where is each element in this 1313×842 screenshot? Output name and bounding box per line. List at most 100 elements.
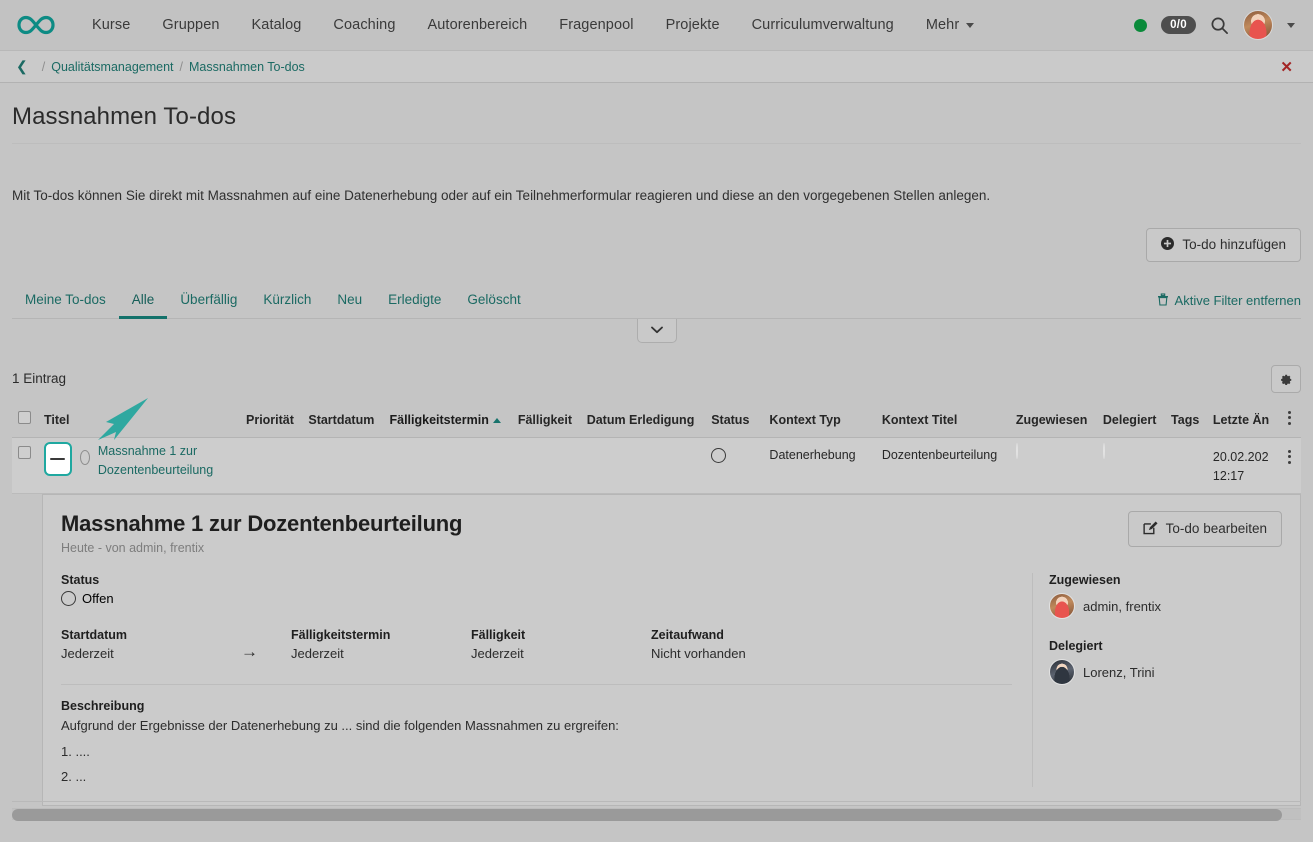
table-meta: 1 Eintrag (12, 343, 1301, 403)
detail-header-text: Massnahme 1 zur Dozentenbeurteilung Heut… (61, 511, 462, 555)
table-row[interactable]: Massnahme 1 zur Dozentenbeurteilung Date… (12, 437, 1301, 494)
breadcrumb-item-massnahmen-todos[interactable]: Massnahmen To-dos (189, 60, 305, 74)
nav-link-autorenbereich[interactable]: Autorenbereich (412, 9, 544, 41)
detail-side-column: Zugewiesen admin, frentix Delegiert Lore… (1032, 573, 1282, 786)
nav-link-coaching[interactable]: Coaching (317, 9, 411, 41)
nav-link-curriculumverwaltung[interactable]: Curriculumverwaltung (736, 9, 910, 41)
detail-subtitle: Heute - von admin, frentix (61, 541, 462, 555)
nav-link-gruppen[interactable]: Gruppen (146, 9, 235, 41)
nav-link-projekte[interactable]: Projekte (650, 9, 736, 41)
bottom-scroll-area (0, 800, 1313, 842)
detail-assigned-person: admin, frentix (1049, 593, 1282, 619)
edit-todo-button[interactable]: To-do bearbeiten (1128, 511, 1282, 547)
tab-alle[interactable]: Alle (119, 284, 168, 319)
row-actions-cell (1278, 437, 1301, 494)
detail-faelligkeit-value: Jederzeit (471, 646, 651, 661)
horizontal-scrollbar-thumb[interactable] (12, 809, 1282, 821)
row-datum-erledigung (581, 437, 706, 494)
row-status-circle-icon (80, 450, 90, 465)
close-icon[interactable]: ✕ (1270, 56, 1303, 78)
header-startdatum[interactable]: Startdatum (302, 403, 383, 438)
detail-edit-wrap: To-do bearbeiten (1128, 511, 1282, 547)
header-delegiert[interactable]: Delegiert (1097, 403, 1165, 438)
add-todo-button-label: To-do hinzufügen (1182, 238, 1286, 252)
online-status-dot (1134, 19, 1147, 32)
arrow-right-icon: → (241, 642, 258, 662)
detail-startdatum-label: Startdatum (61, 628, 241, 642)
header-faelligkeitstermin[interactable]: Fälligkeitstermin (384, 403, 512, 438)
chevron-down-icon[interactable] (637, 319, 677, 343)
horizontal-scrollbar[interactable] (12, 808, 1301, 820)
row-menu-icon[interactable] (1284, 448, 1295, 466)
assigned-avatar (1049, 593, 1075, 619)
header-prioritaet[interactable]: Priorität (240, 403, 302, 438)
delegated-avatar (1049, 659, 1075, 685)
detail-faelligkeit-label: Fälligkeit (471, 628, 651, 642)
row-checkbox[interactable] (18, 446, 31, 459)
detail-startdatum-value: Jederzeit (61, 646, 241, 661)
select-all-checkbox[interactable] (18, 411, 31, 424)
header-faelligkeit[interactable]: Fälligkeit (512, 403, 581, 438)
header-kontext-titel[interactable]: Kontext Titel (866, 403, 1006, 438)
breadcrumb-back-icon[interactable]: ❮ (10, 58, 36, 75)
add-todo-row: To-do hinzufügen (12, 206, 1301, 262)
content-bottom-border (12, 801, 1301, 802)
nav-link-kurse[interactable]: Kurse (76, 9, 146, 41)
search-icon[interactable] (1210, 16, 1229, 35)
header-titel[interactable]: Titel (38, 403, 240, 438)
tab-kuerzlich[interactable]: Kürzlich (250, 284, 324, 319)
nav-link-mehr[interactable]: Mehr (910, 9, 990, 41)
row-letzte-aenderung-date: 20.02.202 (1213, 448, 1272, 467)
clear-filters-label: Aktive Filter entfernen (1175, 293, 1301, 308)
detail-delegated-label: Delegiert (1049, 639, 1282, 653)
header-status[interactable]: Status (705, 403, 757, 438)
entry-count: 1 Eintrag (12, 371, 66, 386)
header-kontext-typ[interactable]: Kontext Typ (757, 403, 865, 438)
header-zugewiesen[interactable]: Zugewiesen (1006, 403, 1097, 438)
header-datum-erledigung[interactable]: Datum Erledigung (581, 403, 706, 438)
header-faelligkeitstermin-label: Fälligkeitstermin (390, 413, 489, 427)
row-letzte-aenderung-time: 12:17 (1213, 467, 1272, 486)
delegated-avatar[interactable] (1103, 443, 1105, 459)
detail-description-block: Beschreibung Aufgrund der Ergebnisse der… (61, 699, 1012, 786)
nav-link-katalog[interactable]: Katalog (236, 9, 318, 41)
breadcrumb: ❮ / Qualitätsmanagement / Massnahmen To-… (0, 50, 1313, 83)
header-row-actions (1278, 403, 1301, 438)
header-tags[interactable]: Tags (1165, 403, 1207, 438)
detail-assigned-label: Zugewiesen (1049, 573, 1282, 587)
row-startdatum (302, 437, 383, 494)
collapse-row-button[interactable] (44, 442, 72, 476)
breadcrumb-item-qualitaetsmanagement[interactable]: Qualitätsmanagement (51, 60, 173, 74)
page-intro-text: Mit To-dos können Sie direkt mit Massnah… (12, 144, 1301, 206)
header-letzte-aenderung[interactable]: Letzte Än (1207, 403, 1278, 438)
infinity-logo[interactable] (14, 10, 58, 40)
todo-detail-panel: Massnahme 1 zur Dozentenbeurteilung Heut… (42, 494, 1301, 805)
detail-status-value-row: Offen (61, 591, 1012, 606)
add-todo-button[interactable]: To-do hinzufügen (1146, 228, 1301, 262)
minus-icon (50, 458, 65, 461)
detail-body: Status Offen Startdatum Jederzeit (61, 573, 1282, 786)
nav-link-fragenpool[interactable]: Fragenpool (543, 9, 649, 41)
tab-meine-todos[interactable]: Meine To-dos (12, 284, 119, 319)
open-circle-icon[interactable] (711, 448, 726, 463)
row-title-link[interactable]: Massnahme 1 zur Dozentenbeurteilung (98, 442, 234, 481)
tab-geloescht[interactable]: Gelöscht (454, 284, 533, 319)
tab-erledigte[interactable]: Erledigte (375, 284, 454, 319)
row-faelligkeit (512, 437, 581, 494)
row-kontext-titel[interactable]: Dozentenbeurteilung (866, 437, 1006, 494)
assigned-avatar[interactable] (1016, 443, 1018, 459)
tab-neu[interactable]: Neu (324, 284, 375, 319)
app-window: Kurse Gruppen Katalog Coaching Autorenbe… (0, 0, 1313, 842)
user-menu-chevron-icon[interactable] (1287, 23, 1295, 28)
table-header-row: Titel Priorität Startdatum Fälligkeitste… (12, 403, 1301, 438)
user-avatar[interactable] (1243, 10, 1273, 40)
notification-badge[interactable]: 0/0 (1161, 16, 1196, 34)
gear-icon[interactable] (1271, 365, 1301, 393)
table-options-icon[interactable] (1284, 409, 1295, 427)
nav-link-mehr-label: Mehr (926, 17, 959, 33)
detail-status-label: Status (61, 573, 1012, 587)
detail-zeitaufwand-label: Zeitaufwand (651, 628, 831, 642)
clear-filters-button[interactable]: Aktive Filter entfernen (1157, 293, 1301, 318)
tab-ueberfaellig[interactable]: Überfällig (167, 284, 250, 319)
plus-circle-icon (1161, 237, 1174, 253)
